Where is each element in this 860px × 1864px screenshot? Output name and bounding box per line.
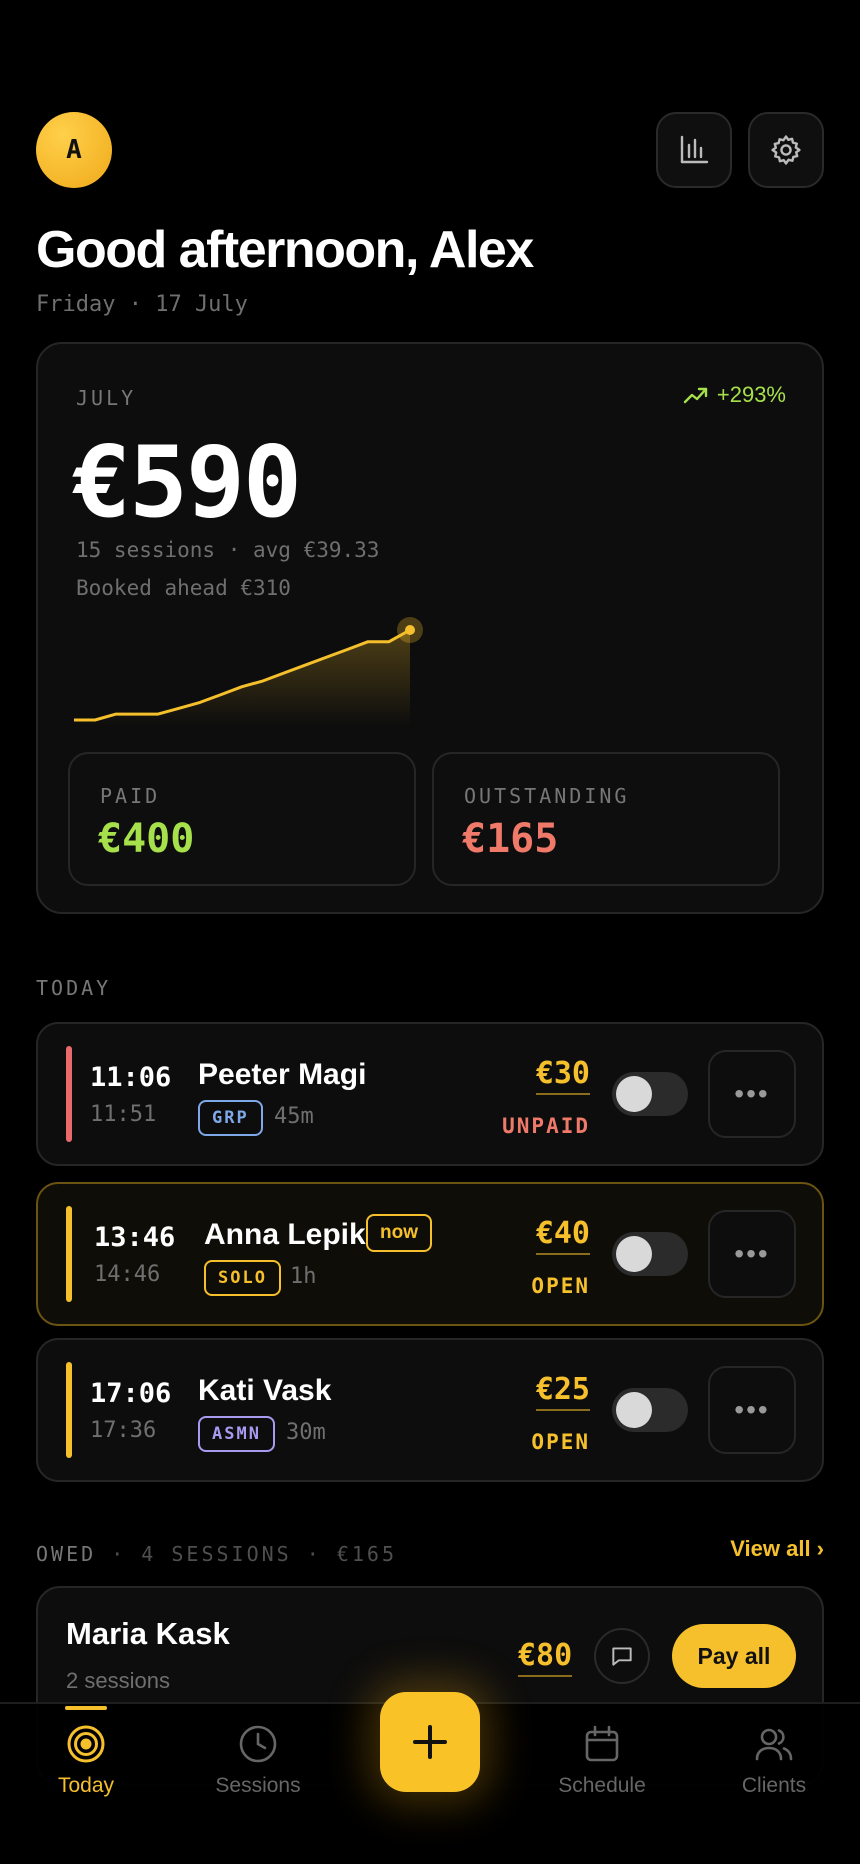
session-type-tag: ASMN [198,1416,275,1452]
status-bar [66,1362,72,1458]
nav-sessions[interactable]: Sessions [178,1724,338,1798]
bar-chart-icon [680,135,709,164]
monthly-total: €590 [72,426,302,540]
owed-meta: · 4 SESSIONS · €165 [111,1542,397,1566]
outstanding-value: €165 [462,816,559,862]
session-row[interactable]: 11:06 11:51 Peeter Magi GRP 45m €30 UNPA… [36,1022,824,1166]
gear-icon [771,135,801,165]
session-amount: €40 [535,1216,590,1255]
session-row[interactable]: 13:46 14:46 Anna Lepik now SOLO 1h €40 O… [36,1182,824,1326]
more-icon: ••• [734,1394,770,1425]
active-indicator [65,1706,107,1710]
owed-section-label: OWED · 4 SESSIONS · €165 [36,1542,397,1566]
calendar-icon [585,1725,619,1762]
users-icon [755,1728,793,1761]
outstanding-label: OUTSTANDING [464,784,630,808]
page-title: Good afternoon, Alex [36,221,534,279]
message-button[interactable] [594,1628,650,1684]
nav-clients-label: Clients [741,1774,807,1797]
session-start: 13:46 [94,1222,176,1253]
today-section-label: TODAY [36,976,112,1000]
paid-toggle[interactable] [612,1232,688,1276]
more-icon: ••• [734,1238,770,1269]
session-amount: €25 [535,1372,590,1411]
session-end: 17:36 [90,1418,157,1443]
session-end: 11:51 [90,1102,157,1127]
session-type-tag: SOLO [204,1260,281,1296]
monthly-summary-card[interactable]: JULY +293% €590 15 sessions · avg €39.33… [36,342,824,914]
session-start: 17:06 [90,1378,172,1409]
add-session-button[interactable] [380,1692,480,1792]
view-all-link[interactable]: View all › [730,1536,824,1562]
earnings-sparkline [74,617,423,726]
month-label: JULY [76,386,137,410]
session-duration: 1h [290,1264,317,1289]
settings-button[interactable] [748,112,824,188]
trend-badge: +293% [683,382,786,408]
client-name: Kati Vask [198,1374,332,1407]
more-button[interactable]: ••• [708,1210,796,1298]
session-duration: 30m [286,1420,326,1445]
nav-schedule-label: Schedule [558,1774,646,1797]
toggle-knob [616,1392,652,1428]
toggle-knob [616,1076,652,1112]
payment-status: OPEN [531,1274,590,1298]
avatar[interactable]: A [36,112,112,188]
owed-client-name: Maria Kask [66,1616,230,1651]
payment-status: OPEN [531,1430,590,1454]
session-row[interactable]: 17:06 17:36 Kati Vask ASMN 30m €25 OPEN … [36,1338,824,1482]
target-icon [67,1725,105,1763]
pay-all-button[interactable]: Pay all [672,1624,796,1688]
paid-toggle[interactable] [612,1072,688,1116]
more-button[interactable]: ••• [708,1050,796,1138]
nav-today-label: Today [57,1774,115,1797]
sparkline-current-point [405,625,415,635]
status-bar [66,1046,72,1142]
owed-amount: €80 [518,1638,573,1677]
session-duration: 45m [274,1104,314,1129]
session-end: 14:46 [94,1262,161,1287]
nav-clients[interactable]: Clients [694,1724,854,1798]
nav-schedule[interactable]: Schedule [522,1724,682,1798]
message-icon [612,1647,632,1666]
owed-label: OWED [36,1542,97,1566]
paid-toggle[interactable] [612,1388,688,1432]
session-start: 11:06 [90,1062,172,1093]
payment-status: UNPAID [502,1114,590,1138]
paid-label: PAID [100,784,161,808]
sessions-summary: 15 sessions · avg €39.33 [76,538,380,562]
paid-stat[interactable]: PAID €400 [68,752,416,886]
client-name: Anna Lepik [204,1218,366,1251]
nav-today[interactable]: Today [6,1706,166,1798]
session-type-tag: GRP [198,1100,263,1136]
trend-up-icon [683,387,708,404]
booked-ahead: Booked ahead €310 [76,576,291,600]
more-icon: ••• [734,1078,770,1109]
trend-value: +293% [716,382,786,407]
stats-button[interactable] [656,112,732,188]
nav-sessions-label: Sessions [215,1774,301,1797]
session-amount: €30 [535,1056,590,1095]
paid-value: €400 [98,816,195,862]
status-bar [66,1206,72,1302]
clock-icon [239,1725,277,1763]
owed-session-count: 2 sessions [66,1668,170,1693]
now-badge: now [366,1214,432,1252]
client-name: Peeter Magi [198,1058,367,1091]
plus-icon [413,1725,447,1759]
current-date: Friday · 17 July [36,292,248,317]
outstanding-stat[interactable]: OUTSTANDING €165 [432,752,780,886]
toggle-knob [616,1236,652,1272]
more-button[interactable]: ••• [708,1366,796,1454]
